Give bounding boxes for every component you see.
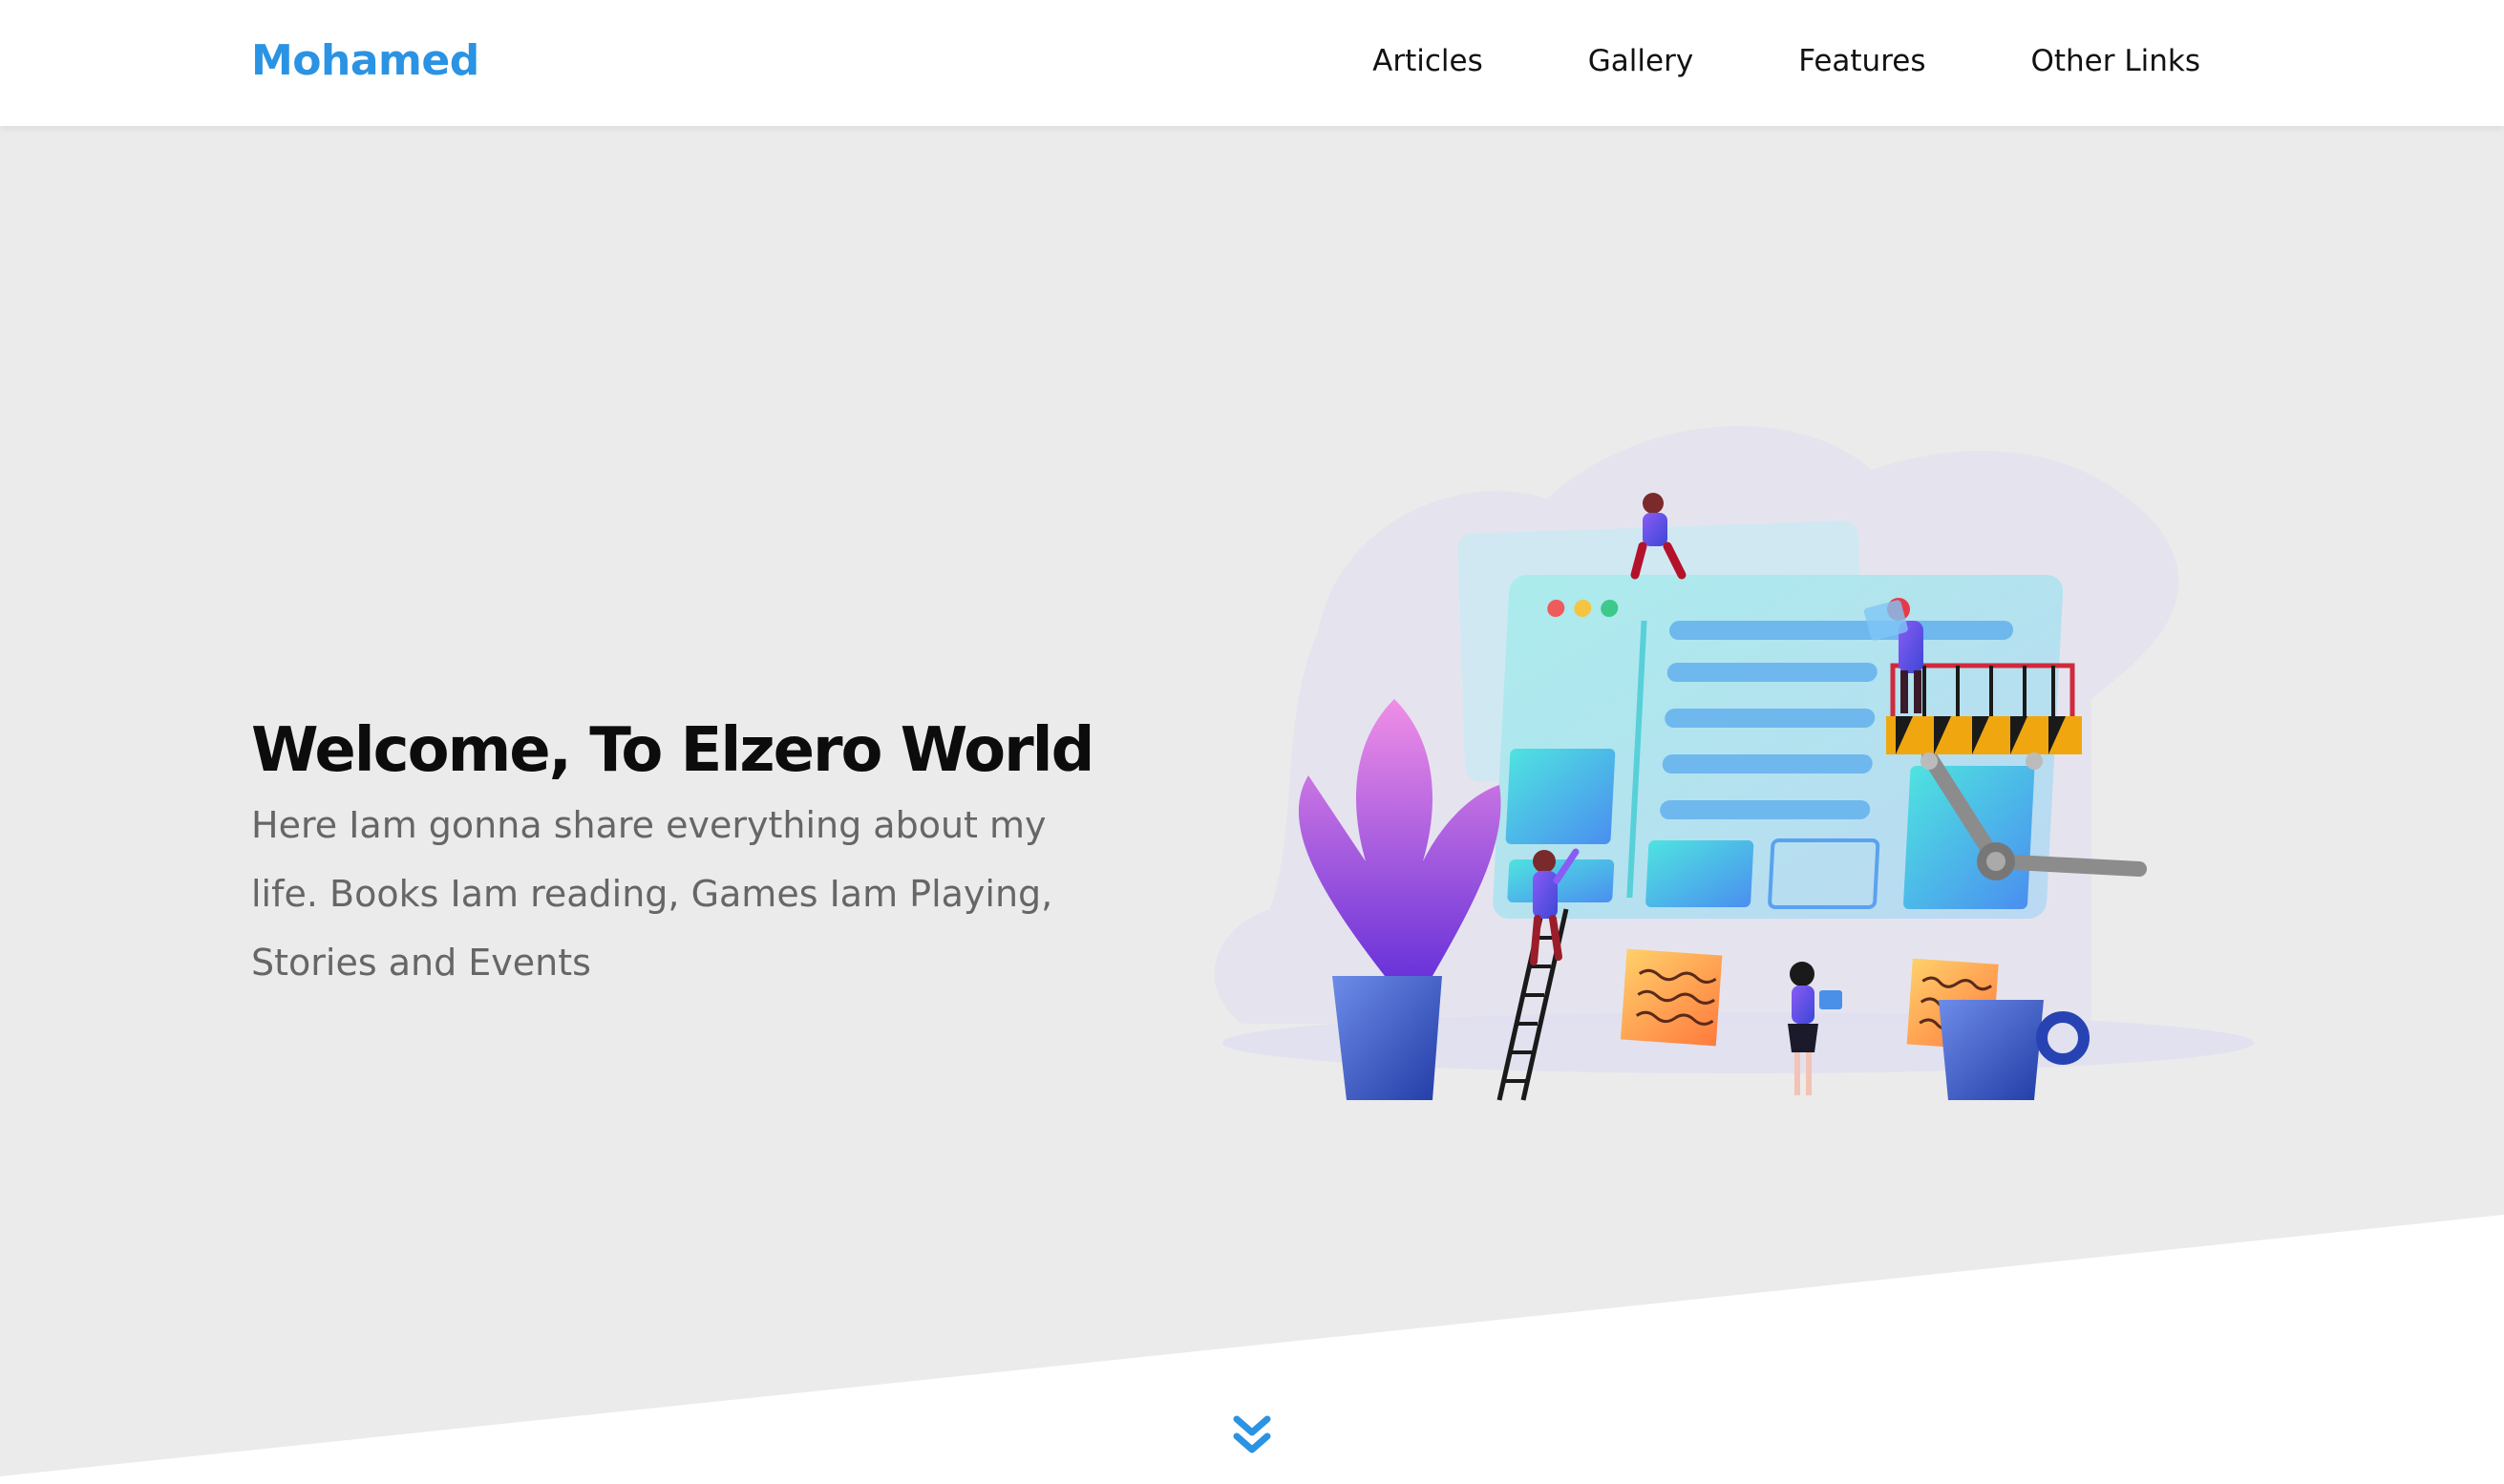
site-header: Mohamed Articles Gallery Features Other …	[0, 0, 2504, 126]
nav-link-articles[interactable]: Articles	[1372, 44, 1483, 78]
main-nav: Articles Gallery Features Other Links	[1372, 44, 2200, 78]
nav-link-gallery[interactable]: Gallery	[1588, 44, 1693, 78]
logo-link[interactable]: Mohamed	[251, 36, 479, 85]
hero-illustration	[1214, 426, 2254, 1101]
double-chevron-down-icon	[1233, 1415, 1271, 1453]
hero-text: Welcome, To Elzero World Here Iam gonna …	[251, 710, 1168, 997]
nav-link-features[interactable]: Features	[1798, 44, 1925, 78]
nav-link-other-links[interactable]: Other Links	[2030, 44, 2200, 78]
landing-section: Welcome, To Elzero World Here Iam gonna …	[0, 126, 2504, 1476]
hero-description: Here Iam gonna share everything about my…	[251, 804, 1053, 984]
hero-title: Welcome, To Elzero World	[251, 715, 1094, 786]
scroll-down-button[interactable]	[1233, 1413, 1271, 1461]
